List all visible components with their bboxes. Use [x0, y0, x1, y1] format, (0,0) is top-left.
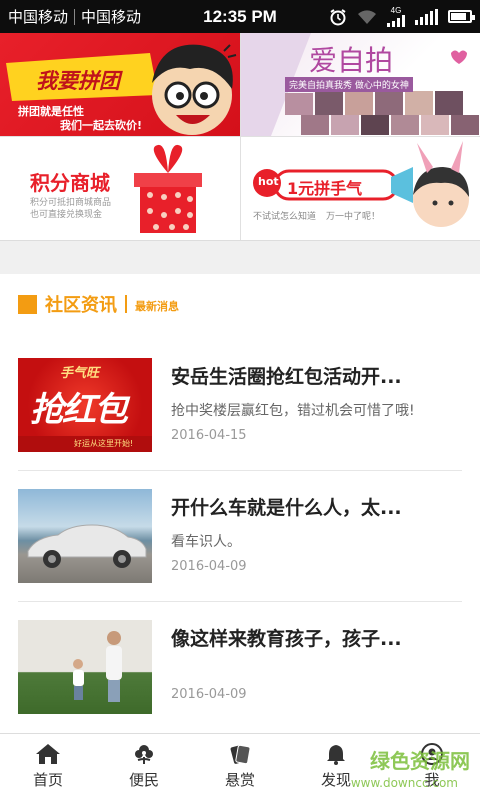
news-title: 安岳生活圈抢红包活动开...: [171, 366, 402, 388]
thumb-small-title: 手气旺: [60, 366, 100, 381]
news-thumbnail: [18, 620, 152, 714]
news-date: 2016-04-15: [171, 428, 247, 443]
list-divider: [18, 470, 462, 471]
section-spacer: [0, 241, 480, 274]
watermark-text: 绿色资源网: [370, 749, 470, 773]
thumb-footer: 好运从这里开始!: [74, 439, 134, 448]
news-date: 2016-04-09: [171, 559, 247, 574]
carrier-2: 中国移动: [81, 9, 142, 26]
news-item[interactable]: 手气旺 抢红包 好运从这里开始! 安岳生活圈抢红包活动开... 抢中奖楼层赢红包…: [18, 358, 462, 452]
banner-group-buy[interactable]: 我要拼团 拼团就是任性 我们一起去砍价!: [0, 33, 240, 136]
status-icons: 4G: [329, 5, 475, 27]
wifi-icon: [358, 9, 376, 24]
tab-label: 发现: [320, 771, 351, 789]
news-desc: 看车识人。: [171, 534, 241, 550]
tab-label: 首页: [32, 771, 63, 789]
watermark-url: www.downcc.com: [350, 776, 458, 790]
car-graphic: [27, 524, 147, 568]
lucky-draw-caption: 不试试怎么知道 万一中了呢！: [253, 209, 380, 222]
news-title: 开什么车就是什么人，太...: [171, 497, 402, 519]
lucky-draw-line2: 万一中了呢！: [326, 212, 381, 222]
section-subtitle: 最新消息: [135, 300, 179, 313]
battery-icon: [448, 10, 475, 23]
banner-selfie[interactable]: 爱自拍 完美自拍真我秀 做心中的女神: [241, 33, 480, 136]
section-header: 社区资讯 最新消息: [0, 274, 480, 334]
cards-icon: [230, 744, 251, 765]
signal-icon-2: [415, 8, 438, 25]
section-marker: [18, 294, 37, 314]
news-item[interactable]: 开什么车就是什么人，太... 看车识人。 2016-04-09: [18, 489, 462, 583]
signal-icon: [387, 14, 405, 27]
tab-services[interactable]: 便民: [96, 734, 192, 800]
points-mall-title: 积分商城: [30, 171, 110, 195]
section-divider: [125, 295, 127, 313]
points-mall-line2: 也可直接兑换现金: [30, 210, 103, 220]
selfie-subtitle: 完美自拍真我秀 做心中的女神: [285, 77, 413, 92]
section-title: 社区资讯: [45, 295, 117, 316]
signal-4g: 4G: [387, 5, 405, 27]
network-type: 4G: [390, 5, 402, 15]
news-date: 2016-04-09: [171, 687, 247, 702]
tab-label: 便民: [128, 771, 159, 789]
tab-rewards[interactable]: 悬赏: [192, 734, 288, 800]
home-icon: [36, 744, 60, 764]
banner-lucky-draw[interactable]: hot 1元拼手气 不试试怎么知道 万一中了呢！: [241, 137, 480, 240]
lucky-draw-line1: 不试试怎么知道: [253, 212, 317, 222]
lucky-draw-badge: hot: [258, 175, 279, 188]
news-text: 像这样来教育孩子，孩子... 2016-04-09: [171, 620, 442, 714]
status-bar: 中国移动 中国移动 12:35 PM 4G: [0, 0, 480, 33]
tab-label: 悬赏: [224, 771, 255, 789]
alarm-icon: [330, 8, 346, 25]
father-child-graphic: [73, 631, 122, 702]
group-buy-title: 我要拼团: [36, 69, 120, 93]
news-thumbnail: 手气旺 抢红包 好运从这里开始!: [18, 358, 152, 452]
carrier-info: 中国移动 中国移动: [8, 6, 141, 27]
flower-icon: [135, 745, 153, 764]
selfie-title: 爱自拍: [309, 44, 394, 77]
bell-icon: [327, 745, 345, 765]
news-text: 安岳生活圈抢红包活动开... 抢中奖楼层赢红包，错过机会可惜了哦! 2016-0…: [171, 358, 442, 452]
tab-home[interactable]: 首页: [0, 734, 96, 800]
thumb-big-title: 抢红包: [30, 390, 128, 430]
banner-grid: 我要拼团 拼团就是任性 我们一起去砍价! 爱自拍 完美自拍真我秀 做心中的女神: [0, 33, 480, 241]
news-title: 像这样来教育孩子，孩子...: [171, 628, 402, 650]
news-item[interactable]: 像这样来教育孩子，孩子... 2016-04-09: [18, 620, 462, 714]
carrier-1: 中国移动: [8, 9, 69, 26]
news-text: 开什么车就是什么人，太... 看车识人。 2016-04-09: [171, 489, 442, 583]
news-desc: 抢中奖楼层赢红包，错过机会可惜了哦!: [171, 403, 415, 419]
banner-points-mall[interactable]: 积分商城 积分可抵扣商城商品 也可直接兑换现金: [0, 137, 240, 240]
carrier-divider: [74, 8, 76, 25]
group-buy-line2: 我们一起去砍价!: [60, 119, 143, 132]
lucky-draw-title: 1元拼手气: [287, 179, 363, 198]
news-thumbnail: [18, 489, 152, 583]
list-divider: [18, 601, 462, 602]
news-desc: [171, 662, 442, 679]
